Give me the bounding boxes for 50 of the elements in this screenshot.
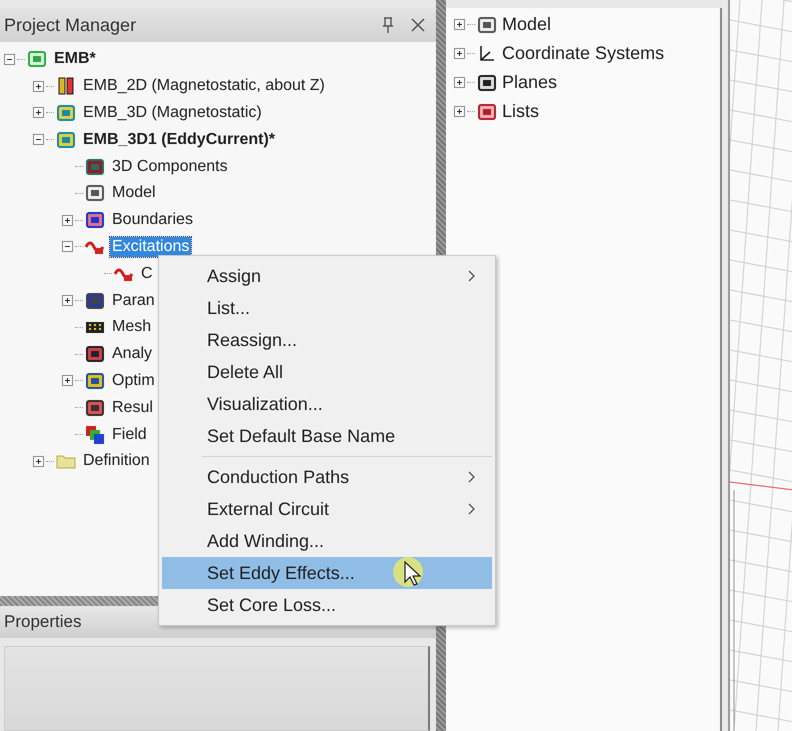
expander-icon[interactable] xyxy=(454,106,465,117)
expander-icon[interactable] xyxy=(33,456,44,467)
expander-icon[interactable] xyxy=(4,54,15,65)
tree-item[interactable]: Paran xyxy=(110,290,157,311)
tree-item[interactable]: Lists xyxy=(502,101,540,122)
expander-icon[interactable] xyxy=(454,48,465,59)
tree-item[interactable]: Model xyxy=(110,183,158,204)
tree-item[interactable]: Field xyxy=(110,424,149,445)
tree-item[interactable]: Planes xyxy=(502,72,558,93)
tree-item[interactable]: EMB_3D (Magnetostatic) xyxy=(81,102,264,123)
tree-item[interactable]: Mesh xyxy=(110,317,154,338)
expander-icon[interactable] xyxy=(62,375,73,386)
menu-item[interactable]: Set Default Base Name xyxy=(162,420,492,452)
panel-title: Properties xyxy=(4,612,82,632)
menu-item[interactable]: Delete All xyxy=(162,356,492,388)
expander-icon[interactable] xyxy=(33,80,44,92)
tree-item[interactable]: EMB_2D (Magnetostatic, about Z) xyxy=(81,76,327,96)
squares-icon xyxy=(85,424,105,445)
axes-icon xyxy=(477,44,497,64)
menu-item[interactable]: Assign xyxy=(162,260,492,292)
expander-icon[interactable] xyxy=(33,107,44,118)
expander-icon[interactable] xyxy=(454,19,465,30)
panel-title: Project Manager xyxy=(4,14,138,36)
close-icon[interactable] xyxy=(410,17,426,33)
pin-icon[interactable] xyxy=(380,16,396,34)
tree-item[interactable]: 3D Components xyxy=(110,156,230,177)
tree-item[interactable]: Resul xyxy=(110,398,155,418)
expander-icon[interactable] xyxy=(454,77,465,88)
expander-icon[interactable] xyxy=(62,241,73,252)
expander-icon[interactable] xyxy=(62,295,73,306)
tree-item[interactable]: Definition xyxy=(81,451,152,472)
tree-item[interactable]: Optim xyxy=(110,370,157,391)
tree-item[interactable]: Analy xyxy=(110,344,154,364)
tree-item[interactable]: C xyxy=(139,264,155,284)
menu-item[interactable]: Reassign... xyxy=(162,324,492,356)
tree-item[interactable]: Boundaries xyxy=(110,210,195,230)
menu-item[interactable]: Set Eddy Effects... xyxy=(162,557,492,589)
menu-item[interactable]: Visualization... xyxy=(162,388,492,420)
menu-item[interactable]: Set Core Loss... xyxy=(162,589,492,621)
tree-item[interactable]: Coordinate Systems xyxy=(502,43,664,64)
menu-item[interactable]: List... xyxy=(162,292,492,324)
tree-item[interactable]: Model xyxy=(502,14,552,35)
expander-icon[interactable] xyxy=(62,214,73,226)
tree-item[interactable]: Excitations xyxy=(110,236,192,257)
tree-item[interactable]: EMB_3D1 (EddyCurrent)* xyxy=(81,130,278,150)
expander-icon[interactable] xyxy=(33,134,44,146)
menu-item[interactable]: External Circuit xyxy=(162,493,492,525)
tree-item[interactable]: EMB* xyxy=(52,49,98,70)
menu-item[interactable]: Add Winding... xyxy=(162,525,492,557)
menu-item[interactable]: Conduction Paths xyxy=(162,461,492,493)
